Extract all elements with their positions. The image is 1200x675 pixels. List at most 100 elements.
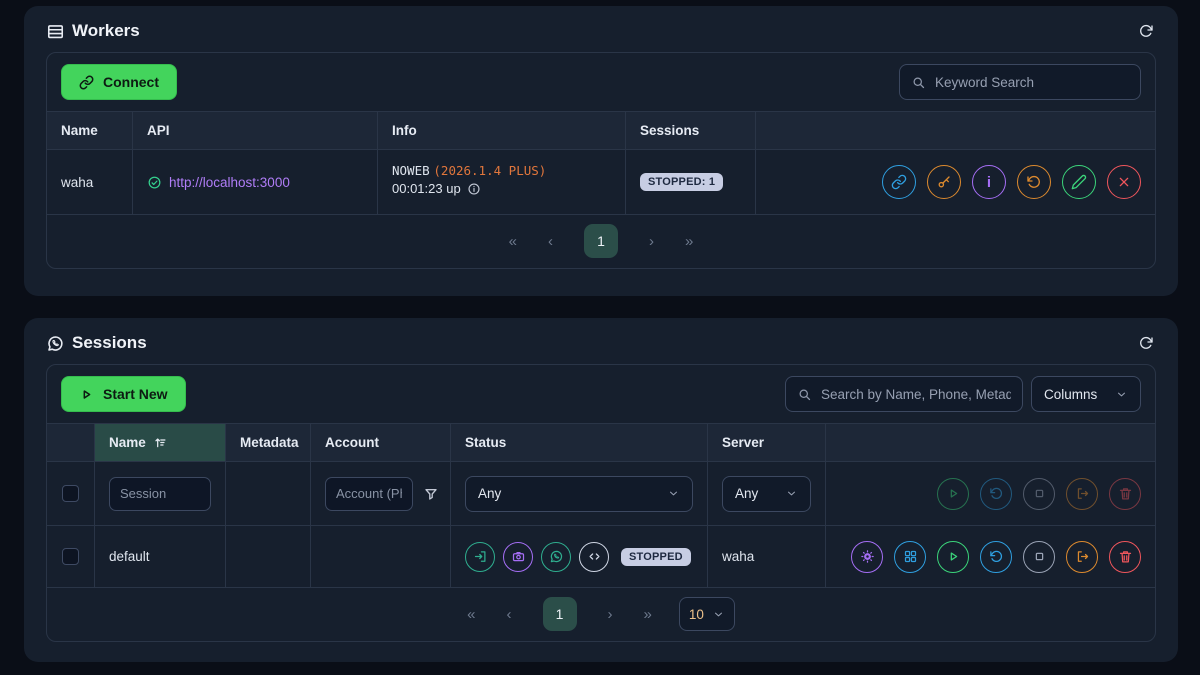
api-code-button[interactable] (579, 542, 609, 572)
sessions-refresh-icon[interactable] (1136, 333, 1156, 353)
worker-delete-button[interactable] (1107, 165, 1141, 199)
workers-pagination: « ‹ 1 › » (47, 215, 1155, 268)
col-name-sorted[interactable]: Name (95, 424, 226, 461)
session-restart-button[interactable] (980, 541, 1012, 573)
code-icon (587, 549, 602, 564)
chevron-down-icon (785, 487, 798, 500)
trash-icon (1118, 549, 1133, 564)
logout-icon (1075, 486, 1090, 501)
login-button[interactable] (465, 542, 495, 572)
close-icon (1116, 174, 1132, 190)
select-all-checkbox[interactable] (62, 485, 79, 502)
workers-header: Workers (24, 6, 1178, 52)
worker-api-cell: http://localhost:3000 (133, 150, 378, 214)
row-checkbox[interactable] (62, 548, 79, 565)
last-page-button[interactable]: » (644, 606, 652, 623)
search-icon (911, 75, 926, 90)
worker-key-button[interactable] (927, 165, 961, 199)
session-start-button[interactable] (937, 541, 969, 573)
apps-grid-icon (903, 549, 918, 564)
session-settings-button[interactable] (851, 541, 883, 573)
account-filter-input[interactable] (325, 477, 413, 511)
start-new-button[interactable]: Start New (61, 376, 186, 412)
col-info: Info (378, 112, 626, 149)
session-stop-button[interactable] (1023, 541, 1055, 573)
worker-api-link[interactable]: http://localhost:3000 (169, 175, 290, 190)
session-apps-button[interactable] (894, 541, 926, 573)
session-delete-button[interactable] (1109, 541, 1141, 573)
server-filter-select[interactable]: Any (722, 476, 811, 512)
workers-search (899, 64, 1141, 100)
name-filter-input[interactable] (109, 477, 211, 511)
login-icon (473, 549, 488, 564)
link-icon (79, 75, 94, 90)
current-page[interactable]: 1 (584, 224, 618, 258)
worker-row: waha http://localhost:3000 NOWEB (2026.1… (47, 150, 1155, 215)
key-icon (936, 174, 952, 190)
workers-toolbar: Connect (47, 53, 1155, 111)
worker-info-cell: NOWEB (2026.1.4 PLUS) 00:01:23 up (378, 150, 626, 214)
bulk-delete-button[interactable] (1109, 478, 1141, 510)
worker-info-button[interactable]: i (972, 165, 1006, 199)
sessions-search (785, 376, 1023, 412)
stop-icon (1032, 549, 1047, 564)
col-api: API (133, 112, 378, 149)
first-page-button[interactable]: « (467, 606, 475, 623)
col-status: Status (451, 424, 708, 461)
camera-icon (511, 549, 526, 564)
prev-page-button[interactable]: ‹ (548, 233, 553, 250)
chevron-down-icon (712, 608, 725, 621)
whatsapp-icon (46, 334, 65, 353)
filter-funnel-icon[interactable] (423, 486, 439, 502)
worker-link-button[interactable] (882, 165, 916, 199)
page-size-select[interactable]: 10 (679, 597, 735, 631)
columns-dropdown[interactable]: Columns (1031, 376, 1141, 412)
first-page-button[interactable]: « (509, 233, 517, 250)
col-name: Name (47, 112, 133, 149)
col-select (47, 424, 95, 461)
bulk-actions (826, 462, 1155, 525)
account-filter-cell (311, 462, 451, 525)
col-sessions: Sessions (626, 112, 756, 149)
col-actions (826, 424, 1155, 461)
info-icon[interactable] (467, 182, 481, 196)
next-page-button[interactable]: › (608, 606, 613, 623)
next-page-button[interactable]: › (649, 233, 654, 250)
play-icon (946, 549, 961, 564)
workers-list-icon (46, 22, 65, 41)
session-account-cell (311, 526, 451, 587)
restart-icon (1026, 174, 1042, 190)
sessions-title: Sessions (72, 333, 147, 353)
worker-sessions-cell: STOPPED: 1 (626, 150, 756, 214)
sessions-pagination: « ‹ 1 › » 10 (47, 588, 1155, 641)
restart-icon (989, 486, 1004, 501)
status-filter-select[interactable]: Any (465, 476, 693, 512)
workers-refresh-icon[interactable] (1136, 21, 1156, 41)
bulk-start-button[interactable] (937, 478, 969, 510)
whatsapp-button[interactable] (541, 542, 571, 572)
connect-button[interactable]: Connect (61, 64, 177, 100)
last-page-button[interactable]: » (685, 233, 693, 250)
current-page[interactable]: 1 (543, 597, 577, 631)
worker-edit-button[interactable] (1062, 165, 1096, 199)
session-actions (826, 526, 1155, 587)
bulk-logout-button[interactable] (1066, 478, 1098, 510)
session-row: default STOPPED waha (47, 526, 1155, 588)
bulk-stop-button[interactable] (1023, 478, 1055, 510)
trash-icon (1118, 486, 1133, 501)
worker-engine: NOWEB (392, 163, 430, 178)
col-server: Server (708, 424, 826, 461)
workers-search-input[interactable] (935, 75, 1129, 90)
sessions-search-input[interactable] (821, 387, 1011, 402)
sort-ascending-icon (153, 435, 168, 450)
search-icon (797, 387, 812, 402)
play-icon (946, 486, 961, 501)
session-logout-button[interactable] (1066, 541, 1098, 573)
sessions-filter-row: Any Any (47, 462, 1155, 526)
link-icon (891, 174, 907, 190)
screenshot-button[interactable] (503, 542, 533, 572)
bulk-restart-button[interactable] (980, 478, 1012, 510)
worker-restart-button[interactable] (1017, 165, 1051, 199)
session-status-badge: STOPPED (621, 548, 691, 566)
prev-page-button[interactable]: ‹ (507, 606, 512, 623)
